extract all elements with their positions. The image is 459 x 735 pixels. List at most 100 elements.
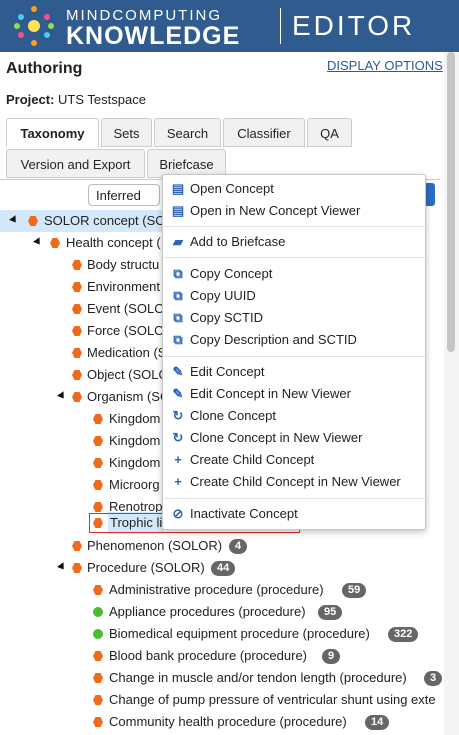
- tree-row[interactable]: Procedure (SOLOR) 44: [0, 557, 280, 579]
- menu-copy-uuid[interactable]: ⧉ Copy UUID: [170, 285, 255, 307]
- menu-separator: [163, 498, 425, 499]
- concept-hex-icon: [72, 326, 82, 336]
- tree-row[interactable]: Kingdom: [0, 452, 162, 474]
- concept-hex-icon: [93, 673, 103, 683]
- tab-version-export[interactable]: Version and Export: [6, 149, 145, 178]
- brain-logo-icon: [14, 6, 54, 46]
- tree-label: Organism (SO: [87, 389, 171, 404]
- tree-row[interactable]: Blood bank procedure (procedure) 9: [0, 645, 341, 667]
- menu-open-new-viewer[interactable]: ▤ Open in New Concept Viewer: [170, 200, 360, 222]
- tree-row[interactable]: Phenomenon (SOLOR) 4: [0, 535, 280, 557]
- tree-row[interactable]: Object (SOLO: [0, 364, 169, 386]
- concept-hex-icon: [72, 541, 82, 551]
- brand-divider: [280, 8, 281, 44]
- briefcase-icon: ▰: [173, 234, 183, 249]
- menu-create-child[interactable]: + Create Child Concept: [170, 449, 314, 471]
- concept-hex-icon: [72, 304, 82, 314]
- concept-circle-icon: [93, 607, 103, 617]
- concept-hex-icon: [72, 370, 82, 380]
- tree-row[interactable]: Biomedical equipment procedure (procedur…: [0, 623, 430, 645]
- project-label: Project:: [6, 92, 55, 107]
- count-badge: 3: [424, 671, 443, 686]
- concept-hex-icon: [93, 717, 103, 727]
- tree-row[interactable]: Appliance procedures (procedure) 95: [0, 601, 360, 623]
- tree-row[interactable]: Body structu: [0, 254, 162, 276]
- display-options-link[interactable]: DISPLAY OPTIONS: [327, 58, 443, 73]
- menu-add-briefcase[interactable]: ▰ Add to Briefcase: [170, 231, 285, 253]
- expanded-caret-icon[interactable]: [33, 237, 43, 247]
- tree-row[interactable]: Event (SOLO: [0, 298, 164, 320]
- expanded-caret-icon[interactable]: [57, 562, 67, 572]
- copy-icon: ⧉: [173, 266, 183, 281]
- tree-label: Appliance procedures (procedure): [109, 604, 306, 619]
- tree-label: Procedure (SOLOR): [87, 560, 205, 575]
- authoring-title: Authoring: [6, 60, 83, 77]
- menu-label: Clone Concept in New Viewer: [190, 430, 363, 445]
- menu-copy-description[interactable]: ⧉ Copy Description and SCTID: [170, 329, 357, 351]
- tree-row[interactable]: SOLOR concept (SOL: [0, 210, 173, 232]
- tree-row[interactable]: Health concept (: [0, 232, 162, 254]
- tree-label: Force (SOLO: [87, 323, 165, 338]
- tree-row[interactable]: Medication (S: [0, 342, 166, 364]
- menu-copy-sctid[interactable]: ⧉ Copy SCTID: [170, 307, 263, 329]
- tree-row[interactable]: Kingdom: [0, 430, 162, 452]
- tree-row[interactable]: Change of pump pressure of ventricular s…: [0, 689, 444, 711]
- menu-separator: [163, 356, 425, 357]
- count-badge: 44: [211, 561, 236, 576]
- tree-row[interactable]: Change in muscle and/or tendon length (p…: [0, 667, 443, 689]
- tab-taxonomy[interactable]: Taxonomy: [6, 118, 99, 147]
- count-badge: 14: [365, 715, 390, 730]
- menu-label: Open in New Concept Viewer: [190, 203, 361, 218]
- tree-label: SOLOR concept (SOL: [44, 213, 173, 228]
- app-header: MINDCOMPUTING KNOWLEDGE EDITOR: [0, 0, 459, 52]
- expanded-caret-icon[interactable]: [9, 215, 19, 225]
- menu-label: Add to Briefcase: [190, 234, 286, 249]
- menu-label: Copy SCTID: [190, 310, 263, 325]
- menu-open-concept[interactable]: ▤ Open Concept: [170, 178, 274, 200]
- tree-label: Kingdom: [109, 433, 161, 448]
- tree-row[interactable]: Administrative procedure (procedure) 59: [0, 579, 380, 601]
- tree-row[interactable]: Kingdom: [0, 408, 162, 430]
- concept-hex-icon: [72, 260, 82, 270]
- menu-clone-new-viewer[interactable]: ↻ Clone Concept in New Viewer: [170, 427, 363, 449]
- concept-hex-icon: [93, 695, 103, 705]
- menu-clone-concept[interactable]: ↻ Clone Concept: [170, 405, 276, 427]
- concept-hex-icon: [93, 414, 103, 424]
- tree-label: Community health procedure (procedure): [109, 714, 347, 729]
- count-badge: 59: [342, 583, 367, 598]
- scrollbar-thumb[interactable]: [447, 52, 455, 352]
- view-select[interactable]: Inferred ▲▼: [88, 184, 160, 224]
- tree-row[interactable]: Organism (SO: [0, 386, 170, 408]
- concept-hex-icon: [93, 480, 103, 490]
- menu-create-child-new-viewer[interactable]: + Create Child Concept in New Viewer: [170, 471, 401, 493]
- tree-label: Blood bank procedure (procedure): [109, 648, 308, 663]
- tab-qa[interactable]: QA: [307, 118, 352, 147]
- menu-inactivate-concept[interactable]: ⊘ Inactivate Concept: [170, 503, 298, 525]
- list-icon: ▤: [171, 181, 185, 196]
- menu-label: Open Concept: [190, 181, 274, 196]
- tree-row[interactable]: Community health procedure (procedure) 14: [0, 711, 390, 733]
- tree-row[interactable]: Microorg: [0, 474, 162, 496]
- tree-label: Body structu: [87, 257, 160, 272]
- tab-search[interactable]: Search: [154, 118, 221, 147]
- product-name: EDITOR: [292, 10, 416, 41]
- menu-label: Edit Concept in New Viewer: [190, 386, 351, 401]
- concept-hex-icon: [72, 563, 82, 573]
- menu-edit-new-viewer[interactable]: ✎ Edit Concept in New Viewer: [170, 383, 351, 405]
- menu-label: Clone Concept: [190, 408, 276, 423]
- copy-icon: ⧉: [173, 310, 183, 325]
- menu-label: Create Child Concept in New Viewer: [190, 474, 401, 489]
- tree-row[interactable]: Force (SOLO: [0, 320, 165, 342]
- tree-label: Health concept (: [66, 235, 161, 250]
- tab-sets[interactable]: Sets: [101, 118, 152, 147]
- copy-icon: ⧉: [173, 332, 183, 347]
- tree-label: Administrative procedure (procedure): [109, 582, 324, 597]
- menu-label: Inactivate Concept: [190, 506, 298, 521]
- concept-hex-icon: [93, 458, 103, 468]
- tree-label: Kingdom: [109, 411, 161, 426]
- expanded-caret-icon[interactable]: [57, 391, 67, 401]
- menu-copy-concept[interactable]: ⧉ Copy Concept: [170, 263, 272, 285]
- tree-row[interactable]: Environment: [0, 276, 162, 298]
- menu-edit-concept[interactable]: ✎ Edit Concept: [170, 361, 265, 383]
- tab-classifier[interactable]: Classifier: [223, 118, 305, 147]
